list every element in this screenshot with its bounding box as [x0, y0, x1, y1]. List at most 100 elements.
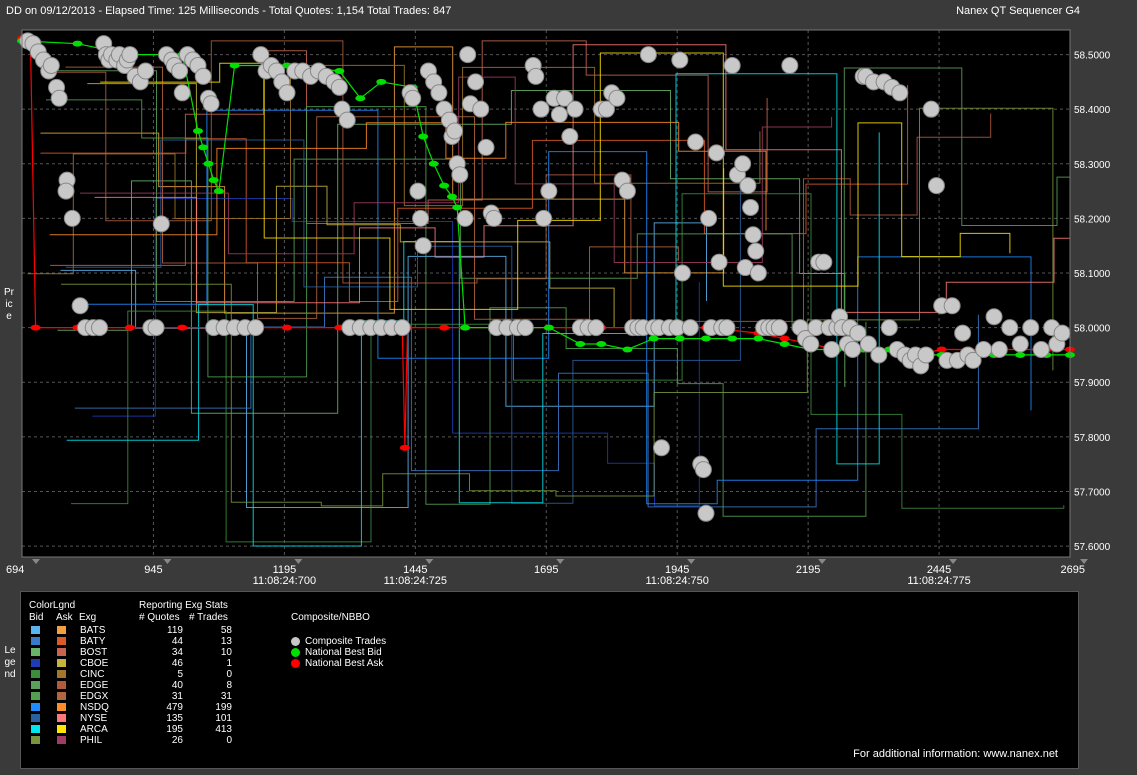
trade-count: 0: [226, 669, 232, 680]
legend-row: NSDQ 479 199: [29, 702, 259, 713]
ask-color-swatch: [57, 626, 66, 634]
composite-trade-point: [927, 177, 945, 195]
exchange-name: BATS: [80, 625, 106, 636]
national-best-bid-point: [72, 40, 83, 47]
composite-legend-label: Composite Trades: [305, 636, 387, 647]
footer-link-text: For additional information: www.nanex.ne…: [853, 748, 1058, 760]
ask-color-swatch: [57, 714, 66, 722]
x-tick-label: 2695: [1061, 564, 1085, 576]
national-best-bid-point: [779, 341, 790, 348]
composite-trade-point: [891, 84, 909, 102]
exchange-name: NYSE: [80, 713, 108, 724]
bid-color-swatch: [31, 725, 40, 733]
legend-row: CINC 5 0: [29, 669, 259, 680]
composite-trade-point: [922, 100, 940, 118]
national-best-bid-point: [753, 335, 764, 342]
y-tick-label: 57.7000: [1074, 487, 1111, 498]
y-tick-label: 58.4000: [1074, 105, 1111, 116]
legend-bid-header: Bid: [29, 612, 44, 623]
composite-trade-point: [718, 319, 736, 337]
quote-count: 44: [171, 636, 183, 647]
composite-trade-point: [535, 209, 553, 227]
composite-trade-point: [744, 226, 762, 244]
composite-trade-point: [50, 89, 68, 107]
composite-trade-point: [742, 198, 760, 216]
composite-trade-point: [91, 319, 109, 337]
legend-stats-header: Reporting Exg Stats: [139, 600, 228, 611]
legend-row: NYSE 135 101: [29, 713, 259, 724]
legend-row: BOST 34 10: [29, 647, 259, 658]
national-best-bid-point: [229, 62, 240, 69]
composite-trade-point: [739, 177, 757, 195]
composite-trade-point: [412, 209, 430, 227]
legend-dot-icon: [291, 637, 300, 646]
composite-trade-point: [700, 209, 718, 227]
national-best-bid-point: [701, 335, 712, 342]
national-best-bid-point: [418, 133, 429, 140]
composite-trade-point: [330, 78, 348, 96]
bid-color-swatch: [31, 626, 40, 634]
composite-trade-point: [747, 242, 765, 260]
composite-trade-point: [681, 319, 699, 337]
national-best-bid-point: [648, 335, 659, 342]
legend-ask-header: Ask: [56, 612, 73, 623]
composite-trade-point: [1032, 340, 1050, 358]
composite-trade-point: [409, 182, 427, 200]
national-best-bid-point: [452, 204, 463, 211]
national-best-bid-point: [213, 188, 224, 195]
time-marker: [32, 559, 40, 564]
x-time-label: 11:08:24:775: [907, 575, 970, 587]
composite-trade-point: [652, 439, 670, 457]
composite-trade-point: [527, 67, 545, 85]
trade-count: 10: [220, 647, 232, 658]
quote-count: 34: [171, 647, 183, 658]
legend-dot-icon: [291, 659, 300, 668]
x-tick-label: 945: [144, 564, 162, 576]
national-best-ask-point: [399, 444, 410, 451]
composite-trade-point: [1011, 335, 1029, 353]
title-bar: DD on 09/12/2013 - Elapsed Time: 125 Mil…: [0, 0, 1137, 22]
legend-dot-icon: [291, 648, 300, 657]
quote-count: 31: [171, 691, 183, 702]
legend-row: BATS 119 58: [29, 625, 259, 636]
composite-trade-point: [202, 95, 220, 113]
y-tick-label: 58.0000: [1074, 324, 1111, 335]
composite-trade-point: [844, 340, 862, 358]
composite-trade-point: [446, 122, 464, 140]
exchange-name: CBOE: [80, 658, 109, 669]
composite-trade-point: [540, 182, 558, 200]
quote-count: 195: [166, 724, 183, 735]
exchange-name: BOST: [80, 647, 108, 658]
x-tick-label: 694: [6, 564, 24, 576]
legend-composite-header: Composite/NBBO: [291, 612, 370, 623]
ask-color-swatch: [57, 681, 66, 689]
composite-trade-point: [687, 133, 705, 151]
composite-trade-point: [121, 46, 139, 64]
national-best-bid-point: [596, 341, 607, 348]
national-best-bid-point: [674, 335, 685, 342]
app-title: Nanex QT Sequencer G4: [956, 5, 1080, 17]
legend-row: EDGE 40 8: [29, 680, 259, 691]
quote-count: 46: [171, 658, 183, 669]
national-best-bid-point: [355, 95, 366, 102]
quote-count: 119: [167, 625, 183, 636]
ask-color-swatch: [57, 725, 66, 733]
exchange-name: EDGE: [80, 680, 109, 691]
national-best-bid-point: [376, 78, 387, 85]
composite-trade-point: [1053, 324, 1071, 342]
composite-trade-point: [917, 346, 935, 364]
bid-color-swatch: [31, 692, 40, 700]
exchange-name: EDGX: [80, 691, 109, 702]
composite-trade-point: [338, 111, 356, 129]
ask-color-swatch: [57, 703, 66, 711]
trade-count: 199: [215, 702, 232, 713]
trade-count: 58: [220, 625, 232, 636]
x-tick-label: 1695: [534, 564, 558, 576]
national-best-bid-point: [460, 324, 471, 331]
composite-trade-point: [194, 67, 212, 85]
trade-count: 0: [226, 735, 232, 746]
time-marker: [163, 559, 172, 564]
national-best-ask-point: [439, 324, 450, 331]
composite-trade-point: [485, 209, 503, 227]
composite-trade-point: [587, 319, 605, 337]
